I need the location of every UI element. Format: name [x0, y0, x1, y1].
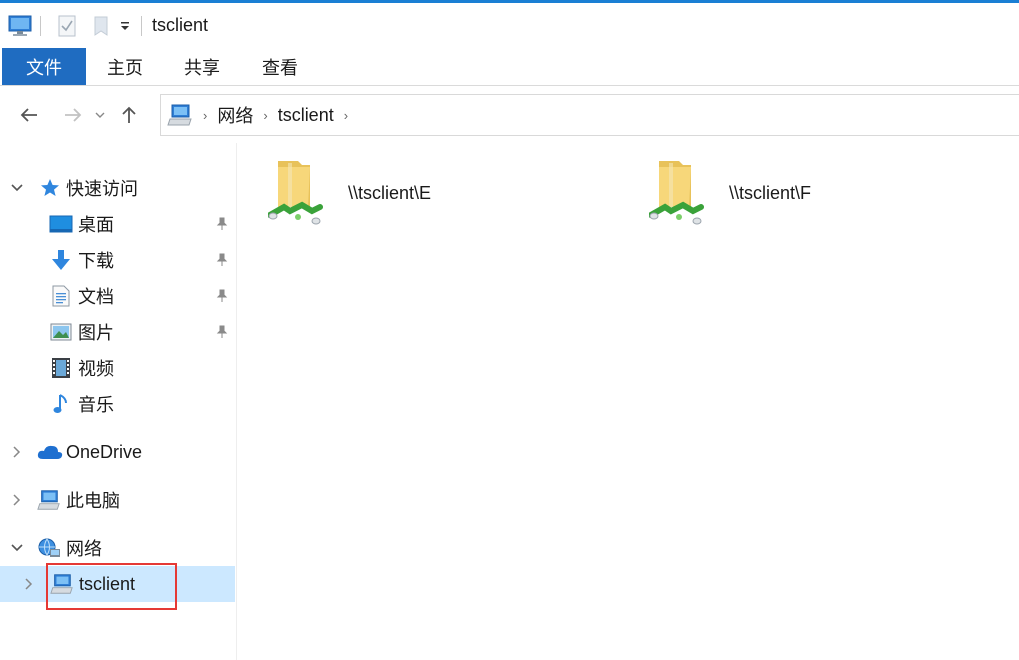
desktop-icon: [49, 212, 73, 236]
documents-icon: [49, 284, 73, 308]
computer-icon: [37, 488, 61, 512]
sidebar-item-videos[interactable]: 视频: [0, 350, 235, 386]
sidebar-item-downloads[interactable]: 下载: [0, 242, 235, 278]
tab-file[interactable]: 文件: [2, 48, 86, 85]
list-item-label: \\tsclient\E: [348, 183, 432, 203]
sidebar-item-label: OneDrive: [66, 441, 143, 462]
sidebar-item-label: 图片: [78, 323, 114, 343]
navigation-pane: 快速访问 桌面 下载 文档 图片 视频 音乐 OneDrive 此电脑 网络 t…: [0, 143, 237, 660]
ribbon-tabs: 文件 主页 共享 查看: [0, 48, 1019, 86]
network-share-folder-icon: [267, 159, 324, 229]
pin-icon[interactable]: [214, 324, 230, 340]
toolbar-divider: [141, 15, 142, 36]
address-bar[interactable]: › 网络 › tsclient ›: [160, 94, 1019, 136]
sidebar-item-documents[interactable]: 文档: [0, 278, 235, 314]
pin-icon[interactable]: [214, 288, 230, 304]
breadcrumb-separator-icon[interactable]: ›: [203, 108, 207, 123]
sidebar-item-label: 网络: [66, 539, 102, 559]
forward-arrow-icon[interactable]: [58, 100, 88, 130]
collapsed-chevron-icon[interactable]: [10, 445, 24, 459]
sidebar-item-this-pc[interactable]: 此电脑: [0, 482, 235, 518]
quick-access-toolbar: [0, 3, 150, 48]
list-item[interactable]: \\tsclient\E: [267, 159, 508, 239]
customize-dropdown-icon[interactable]: [117, 14, 133, 38]
file-explorer-window: tsclient 文件 主页 共享 查看 › 网络 › tsclient › 快…: [0, 0, 1019, 660]
list-item[interactable]: \\tsclient\F: [648, 159, 889, 239]
breadcrumb-separator-icon[interactable]: ›: [344, 108, 348, 123]
pictures-icon: [49, 320, 73, 344]
sidebar-item-label: 视频: [78, 359, 114, 379]
sidebar-item-label: 文档: [78, 287, 114, 307]
annotation-highlight-box: [46, 563, 177, 610]
expanded-chevron-icon[interactable]: [10, 181, 24, 195]
properties-icon[interactable]: [55, 14, 79, 38]
sidebar-item-label: 下载: [78, 251, 114, 271]
music-icon: [49, 392, 73, 416]
sidebar-item-label: 音乐: [78, 395, 114, 415]
toolbar-divider: [40, 15, 41, 36]
cloud-icon: [36, 440, 64, 464]
download-icon: [49, 248, 73, 272]
collapsed-chevron-icon[interactable]: [22, 577, 36, 591]
window-title: tsclient: [152, 15, 209, 35]
navigation-bar: › 网络 › tsclient ›: [0, 87, 1019, 143]
star-icon: [38, 176, 62, 200]
new-folder-icon[interactable]: [89, 14, 113, 38]
sidebar-item-quick-access[interactable]: 快速访问: [0, 170, 235, 206]
sidebar-item-onedrive[interactable]: OneDrive: [0, 434, 235, 470]
expanded-chevron-icon[interactable]: [10, 541, 24, 555]
sidebar-item-music[interactable]: 音乐: [0, 386, 235, 422]
sidebar-item-pictures[interactable]: 图片: [0, 314, 235, 350]
network-computer-icon: [167, 103, 193, 127]
sidebar-item-label: 快速访问: [66, 179, 138, 199]
file-list: \\tsclient\E \\tsclient\F: [238, 143, 1019, 660]
recent-locations-chevron-icon[interactable]: [90, 100, 110, 130]
breadcrumb-tsclient[interactable]: tsclient: [278, 105, 334, 126]
pin-icon[interactable]: [214, 216, 230, 232]
pin-icon[interactable]: [214, 252, 230, 268]
computer-icon[interactable]: [8, 14, 32, 38]
videos-icon: [49, 356, 73, 380]
title-bar: tsclient: [0, 3, 1019, 48]
breadcrumb-network[interactable]: 网络: [217, 102, 253, 128]
up-arrow-icon[interactable]: [114, 100, 144, 130]
back-arrow-icon[interactable]: [14, 100, 44, 130]
breadcrumb-separator-icon[interactable]: ›: [263, 108, 267, 123]
network-share-folder-icon: [648, 159, 705, 229]
tab-share[interactable]: 共享: [164, 48, 240, 85]
network-globe-icon: [37, 536, 61, 560]
sidebar-item-label: 此电脑: [66, 491, 120, 511]
tab-view[interactable]: 查看: [240, 48, 320, 85]
list-item-label: \\tsclient\F: [729, 183, 812, 203]
collapsed-chevron-icon[interactable]: [10, 493, 24, 507]
sidebar-item-desktop[interactable]: 桌面: [0, 206, 235, 242]
sidebar-item-label: 桌面: [78, 215, 114, 235]
sidebar-item-network[interactable]: 网络: [0, 530, 235, 566]
tab-home[interactable]: 主页: [86, 48, 164, 85]
